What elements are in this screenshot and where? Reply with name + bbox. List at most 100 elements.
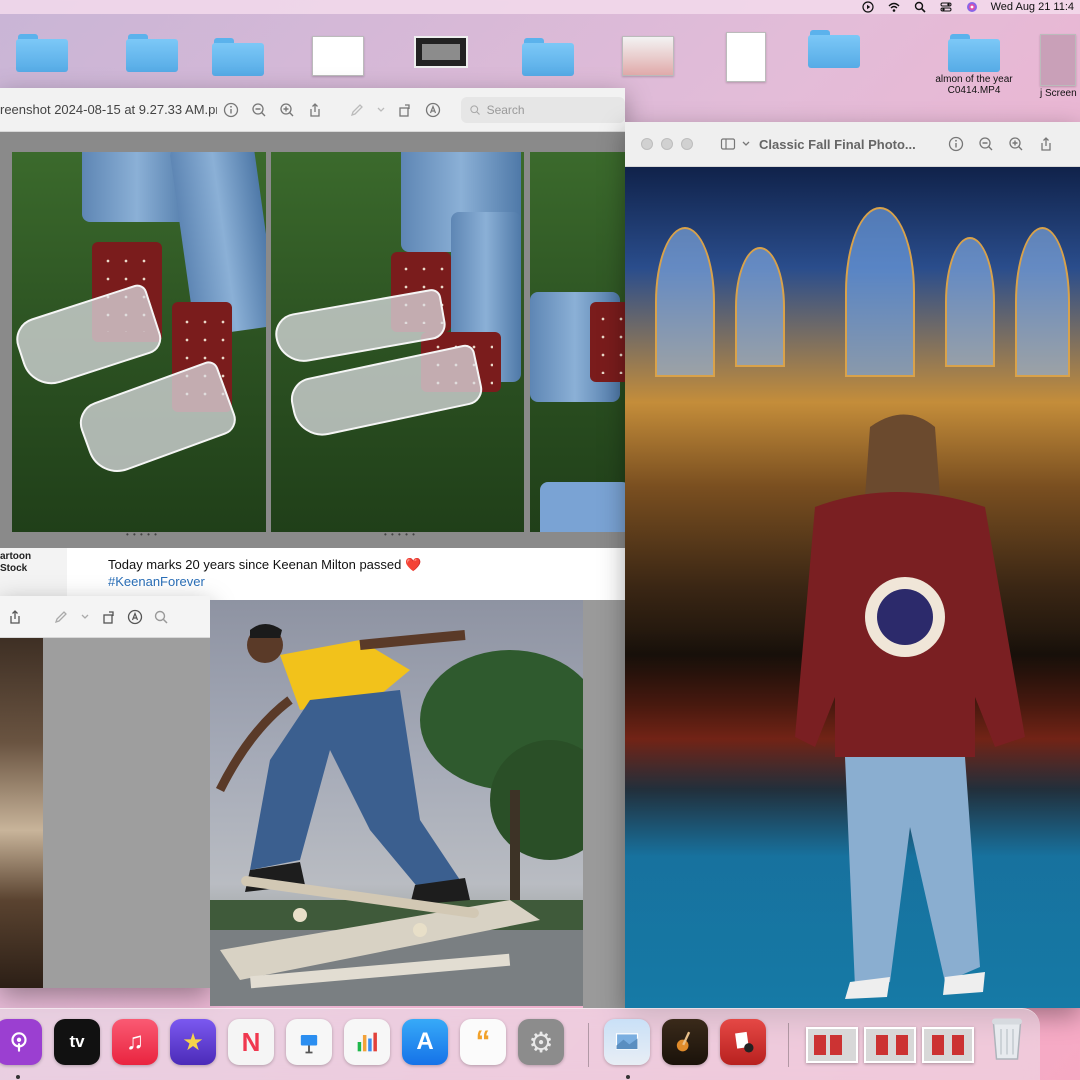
rotate-icon[interactable] xyxy=(397,101,413,119)
minimized-window-thumbnail-2[interactable] xyxy=(864,1027,916,1063)
skater-photo[interactable] xyxy=(210,600,583,1006)
minimized-window-thumbnail-3[interactable] xyxy=(922,1027,974,1063)
share-icon[interactable] xyxy=(1037,135,1055,153)
podcasts-icon[interactable] xyxy=(0,1019,42,1065)
siri-icon[interactable] xyxy=(965,1,979,13)
minimize-button[interactable] xyxy=(661,138,673,150)
folder-icon xyxy=(126,34,178,72)
desktop-folder-4[interactable] xyxy=(522,38,574,76)
preview-window-classic-fall: Classic Fall Final Photo... xyxy=(625,122,1080,1008)
folder-icon xyxy=(16,34,68,72)
sandal-photo-2[interactable] xyxy=(271,152,524,532)
preview-window-screenshot: reenshot 2024-08-15 at 9.27.33 AM.png Se… xyxy=(0,88,625,548)
tweet-caption: artoon Stock Today marks 20 years since … xyxy=(0,548,625,600)
preview-icon[interactable] xyxy=(604,1019,650,1065)
desktop-folder-3[interactable] xyxy=(212,38,264,76)
window-title: reenshot 2024-08-15 at 9.27.33 AM.png xyxy=(0,102,217,117)
annotate-icon[interactable] xyxy=(126,608,144,626)
zoom-in-icon[interactable] xyxy=(279,101,295,119)
markup-pen-icon[interactable] xyxy=(349,101,365,119)
info-icon[interactable] xyxy=(947,135,965,153)
desktop-file-1[interactable] xyxy=(312,36,364,76)
desktop-file-label: almon of the year C0414.MP4 xyxy=(935,74,1013,96)
cathedral-photo-partial[interactable] xyxy=(0,638,43,988)
folder-icon xyxy=(808,30,860,68)
news-icon[interactable]: N xyxy=(228,1019,274,1065)
folder-icon xyxy=(948,34,1000,72)
close-button[interactable] xyxy=(641,138,653,150)
desktop-folder-2[interactable] xyxy=(126,34,178,72)
running-indicator xyxy=(626,1075,630,1079)
desktop-file-2[interactable] xyxy=(414,36,468,68)
desktop-file-3[interactable] xyxy=(622,36,674,76)
desktop-screenshot-file[interactable]: j Screen 2024-0... xyxy=(1040,34,1080,99)
window-controls xyxy=(641,138,693,150)
trash-icon[interactable] xyxy=(984,1015,1030,1061)
sandal-photo-3[interactable] xyxy=(530,152,625,532)
play-icon[interactable] xyxy=(861,1,875,13)
zoom-out-icon[interactable] xyxy=(251,101,267,119)
preview-titlebar: reenshot 2024-08-15 at 9.27.33 AM.png Se… xyxy=(0,88,625,132)
desktop-folder-5[interactable] xyxy=(808,30,860,68)
menu-bar-clock[interactable]: Wed Aug 21 11:4 xyxy=(991,1,1074,13)
search-icon[interactable] xyxy=(152,608,170,626)
music-icon[interactable]: ♫ xyxy=(112,1019,158,1065)
sidebar-icon[interactable] xyxy=(719,135,737,153)
small-window-toolbar xyxy=(0,596,210,638)
search-icon[interactable] xyxy=(913,1,927,13)
annotate-icon[interactable] xyxy=(425,101,441,119)
tweet-side-panel: artoon Stock xyxy=(0,548,67,600)
folder-icon xyxy=(212,38,264,76)
tweet-side-line-1: artoon xyxy=(0,551,32,562)
garageband-icon[interactable] xyxy=(662,1019,708,1065)
app-store-icon[interactable]: A xyxy=(402,1019,448,1065)
tweet-side-line-2: Stock xyxy=(0,563,28,574)
share-icon[interactable] xyxy=(6,608,24,626)
chevron-down-icon[interactable] xyxy=(373,101,389,119)
photo-thumbnail-icon xyxy=(414,36,468,68)
pages-icon[interactable]: “ xyxy=(460,1019,506,1065)
dock: tv ♫ ★ N A “ ⚙ xyxy=(0,1008,1040,1080)
apple-tv-label: tv xyxy=(69,1032,85,1051)
markup-pen-icon[interactable] xyxy=(52,608,70,626)
window-title: Classic Fall Final Photo... xyxy=(759,136,916,152)
desktop-folder-1[interactable] xyxy=(16,34,68,72)
screenshot-thumbnail-icon xyxy=(1040,34,1076,86)
desktop-file-4[interactable] xyxy=(726,32,766,82)
system-settings-icon[interactable]: ⚙ xyxy=(518,1019,564,1065)
page-indicator: • • • • • xyxy=(126,530,158,539)
page-indicator: • • • • • xyxy=(384,530,416,539)
apple-tv-icon[interactable]: tv xyxy=(54,1019,100,1065)
search-field[interactable]: Search xyxy=(460,96,625,123)
photo-booth-icon[interactable] xyxy=(720,1019,766,1065)
preview-window-small xyxy=(0,596,210,988)
numbers-icon[interactable] xyxy=(344,1019,390,1065)
keynote-icon[interactable] xyxy=(286,1019,332,1065)
spreadsheet-thumbnail-icon xyxy=(622,36,674,76)
dock-separator xyxy=(788,1023,789,1067)
document-thumbnail-icon xyxy=(312,36,364,76)
cathedral-photo[interactable] xyxy=(625,167,1080,1008)
info-icon[interactable] xyxy=(223,101,239,119)
rotate-icon[interactable] xyxy=(100,608,118,626)
dock-separator xyxy=(588,1023,589,1067)
person-in-jacket xyxy=(795,414,1025,999)
share-icon[interactable] xyxy=(307,101,323,119)
chevron-down-icon[interactable] xyxy=(737,135,755,153)
skater-illustration xyxy=(210,624,583,1006)
control-center-icon[interactable] xyxy=(939,1,953,13)
desktop-file-label: j Screen 2024-0... xyxy=(1040,88,1080,99)
classic-window-titlebar: Classic Fall Final Photo... xyxy=(625,122,1080,167)
chevron-down-icon[interactable] xyxy=(76,608,94,626)
zoom-button[interactable] xyxy=(681,138,693,150)
wifi-icon[interactable] xyxy=(887,1,901,13)
desktop-video-file[interactable]: almon of the year C0414.MP4 xyxy=(924,34,1024,96)
zoom-in-icon[interactable] xyxy=(1007,135,1025,153)
minimized-window-thumbnail-1[interactable] xyxy=(806,1027,858,1063)
tweet-body: Today marks 20 years since Keenan Milton… xyxy=(108,557,422,572)
zoom-out-icon[interactable] xyxy=(977,135,995,153)
imovie-icon[interactable]: ★ xyxy=(170,1019,216,1065)
sandal-photo-1[interactable] xyxy=(12,152,266,532)
tweet-hashtag[interactable]: #KeenanForever xyxy=(108,573,421,590)
tweet-text: Today marks 20 years since Keenan Milton… xyxy=(108,556,421,590)
